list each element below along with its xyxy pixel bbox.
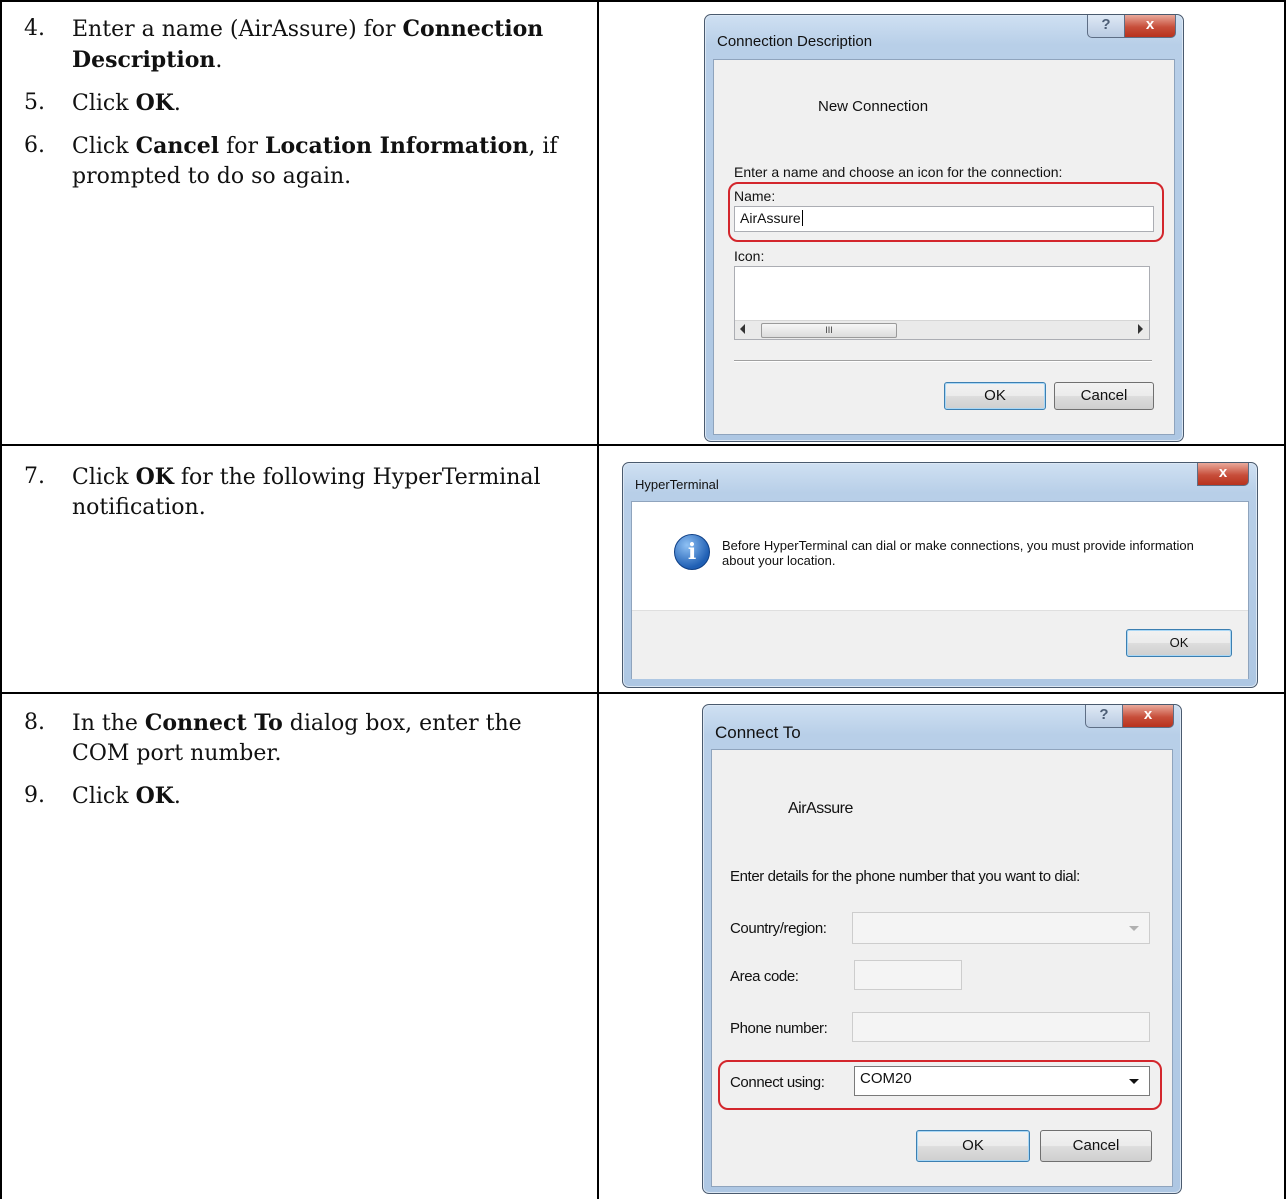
cancel-button[interactable]: Cancel	[1054, 382, 1154, 410]
step-item: 7. Click OK for the following HyperTermin…	[24, 462, 584, 523]
step-number: 7.	[24, 464, 45, 489]
step-text: In the	[72, 711, 145, 736]
ok-button[interactable]: OK	[1126, 629, 1232, 657]
step-number: 6.	[24, 133, 45, 158]
step-item: 4. Enter a name (AirAssure) for Connectio…	[24, 14, 584, 76]
step-number: 4.	[24, 16, 45, 41]
connect-using-select[interactable]: COM20	[854, 1066, 1150, 1096]
table-border-top	[0, 0, 1286, 2]
help-button[interactable]: ?	[1085, 705, 1123, 728]
dialog-client-area: New Connection Enter a name and choose a…	[713, 59, 1175, 435]
country-label: Country/region:	[730, 920, 827, 937]
step-emphasis: OK	[135, 783, 174, 809]
area-code-input[interactable]	[854, 960, 962, 990]
step-text: Enter a name (AirAssure) for	[72, 17, 403, 42]
step-number: 9.	[24, 783, 45, 808]
step-emphasis: Connect To	[144, 710, 283, 736]
close-button[interactable]: x	[1124, 15, 1176, 38]
phone-number-label: Phone number:	[730, 1020, 828, 1037]
step-number: 5.	[24, 90, 45, 115]
connection-description-dialog: Connection Description ? x New Connectio…	[704, 14, 1184, 442]
close-button[interactable]: x	[1197, 463, 1249, 486]
dialog-title: HyperTerminal	[635, 477, 719, 492]
info-icon: i	[674, 534, 710, 570]
step-text: Click	[72, 91, 136, 116]
connect-using-label: Connect using:	[730, 1074, 825, 1091]
hyperterminal-dialog: HyperTerminal x i Before HyperTerminal c…	[622, 462, 1258, 688]
steps-list-row1: 4. Enter a name (AirAssure) for Connectio…	[24, 14, 584, 204]
cancel-button[interactable]: Cancel	[1040, 1130, 1152, 1162]
table-row-divider-2	[0, 692, 1286, 694]
connect-to-dialog: Connect To ? x AirAssure Enter details f…	[702, 704, 1182, 1194]
name-label: Name:	[734, 188, 776, 204]
instruction-text: Enter a name and choose an icon for the …	[734, 164, 1063, 180]
step-text: Click	[72, 134, 136, 159]
step-emphasis: Cancel	[135, 133, 220, 159]
area-code-label: Area code:	[730, 968, 799, 985]
connection-name: AirAssure	[788, 800, 853, 817]
phone-number-input[interactable]	[852, 1012, 1150, 1042]
connection-heading: New Connection	[818, 98, 929, 115]
step-emphasis: Location Information	[264, 133, 529, 159]
step-text: for	[219, 134, 265, 159]
scroll-right-arrow-icon[interactable]	[1138, 324, 1143, 334]
dialog-client-area: i Before HyperTerminal can dial or make …	[631, 501, 1249, 679]
table-row-divider-1	[0, 444, 1286, 446]
step-item: 5. Click OK.	[24, 88, 584, 119]
dialog-separator	[734, 360, 1152, 362]
steps-list-row2: 7. Click OK for the following HyperTermin…	[24, 462, 584, 535]
dialog-title: Connection Description	[717, 33, 873, 50]
dialog-footer: OK	[632, 610, 1248, 679]
dialog-client-area: AirAssure Enter details for the phone nu…	[711, 749, 1173, 1187]
dialog-title: Connect To	[715, 723, 801, 742]
name-input[interactable]: AirAssure	[734, 206, 1154, 232]
connect-using-value: COM20	[860, 1070, 912, 1087]
ok-button[interactable]: OK	[944, 382, 1046, 410]
icon-label: Icon:	[734, 248, 765, 264]
step-text: Click	[72, 465, 136, 490]
ok-button[interactable]: OK	[916, 1130, 1030, 1162]
name-input-value: AirAssure	[740, 210, 801, 226]
notification-message: Before HyperTerminal can dial or make co…	[722, 538, 1194, 568]
instruction-table: 4. Enter a name (AirAssure) for Connectio…	[0, 0, 1286, 1199]
step-emphasis: OK	[135, 90, 174, 116]
icon-list[interactable]: III	[734, 266, 1150, 340]
scroll-left-arrow-icon[interactable]	[740, 324, 745, 334]
step-text: .	[173, 784, 181, 809]
step-item: 8. In the Connect To dialog box, enter th…	[24, 708, 584, 769]
country-select[interactable]	[852, 912, 1150, 944]
icon-list-scrollbar[interactable]: III	[735, 320, 1149, 339]
steps-list-row3: 8. In the Connect To dialog box, enter th…	[24, 708, 584, 824]
step-number: 8.	[24, 710, 45, 735]
step-emphasis: OK	[135, 464, 174, 490]
instruction-text: Enter details for the phone number that …	[730, 868, 1080, 885]
step-text: .	[173, 91, 181, 116]
scroll-thumb[interactable]: III	[761, 323, 897, 338]
step-item: 9. Click OK.	[24, 781, 584, 812]
step-text: .	[215, 48, 223, 73]
step-item: 6. Click Cancel for Location Information,…	[24, 131, 584, 192]
chevron-down-icon[interactable]	[1129, 1079, 1139, 1084]
step-text: Click	[72, 784, 136, 809]
help-button[interactable]: ?	[1087, 15, 1125, 38]
close-button[interactable]: x	[1122, 705, 1174, 728]
table-column-divider	[597, 0, 599, 1199]
chevron-down-icon	[1129, 926, 1139, 931]
table-border-left	[0, 0, 2, 1199]
